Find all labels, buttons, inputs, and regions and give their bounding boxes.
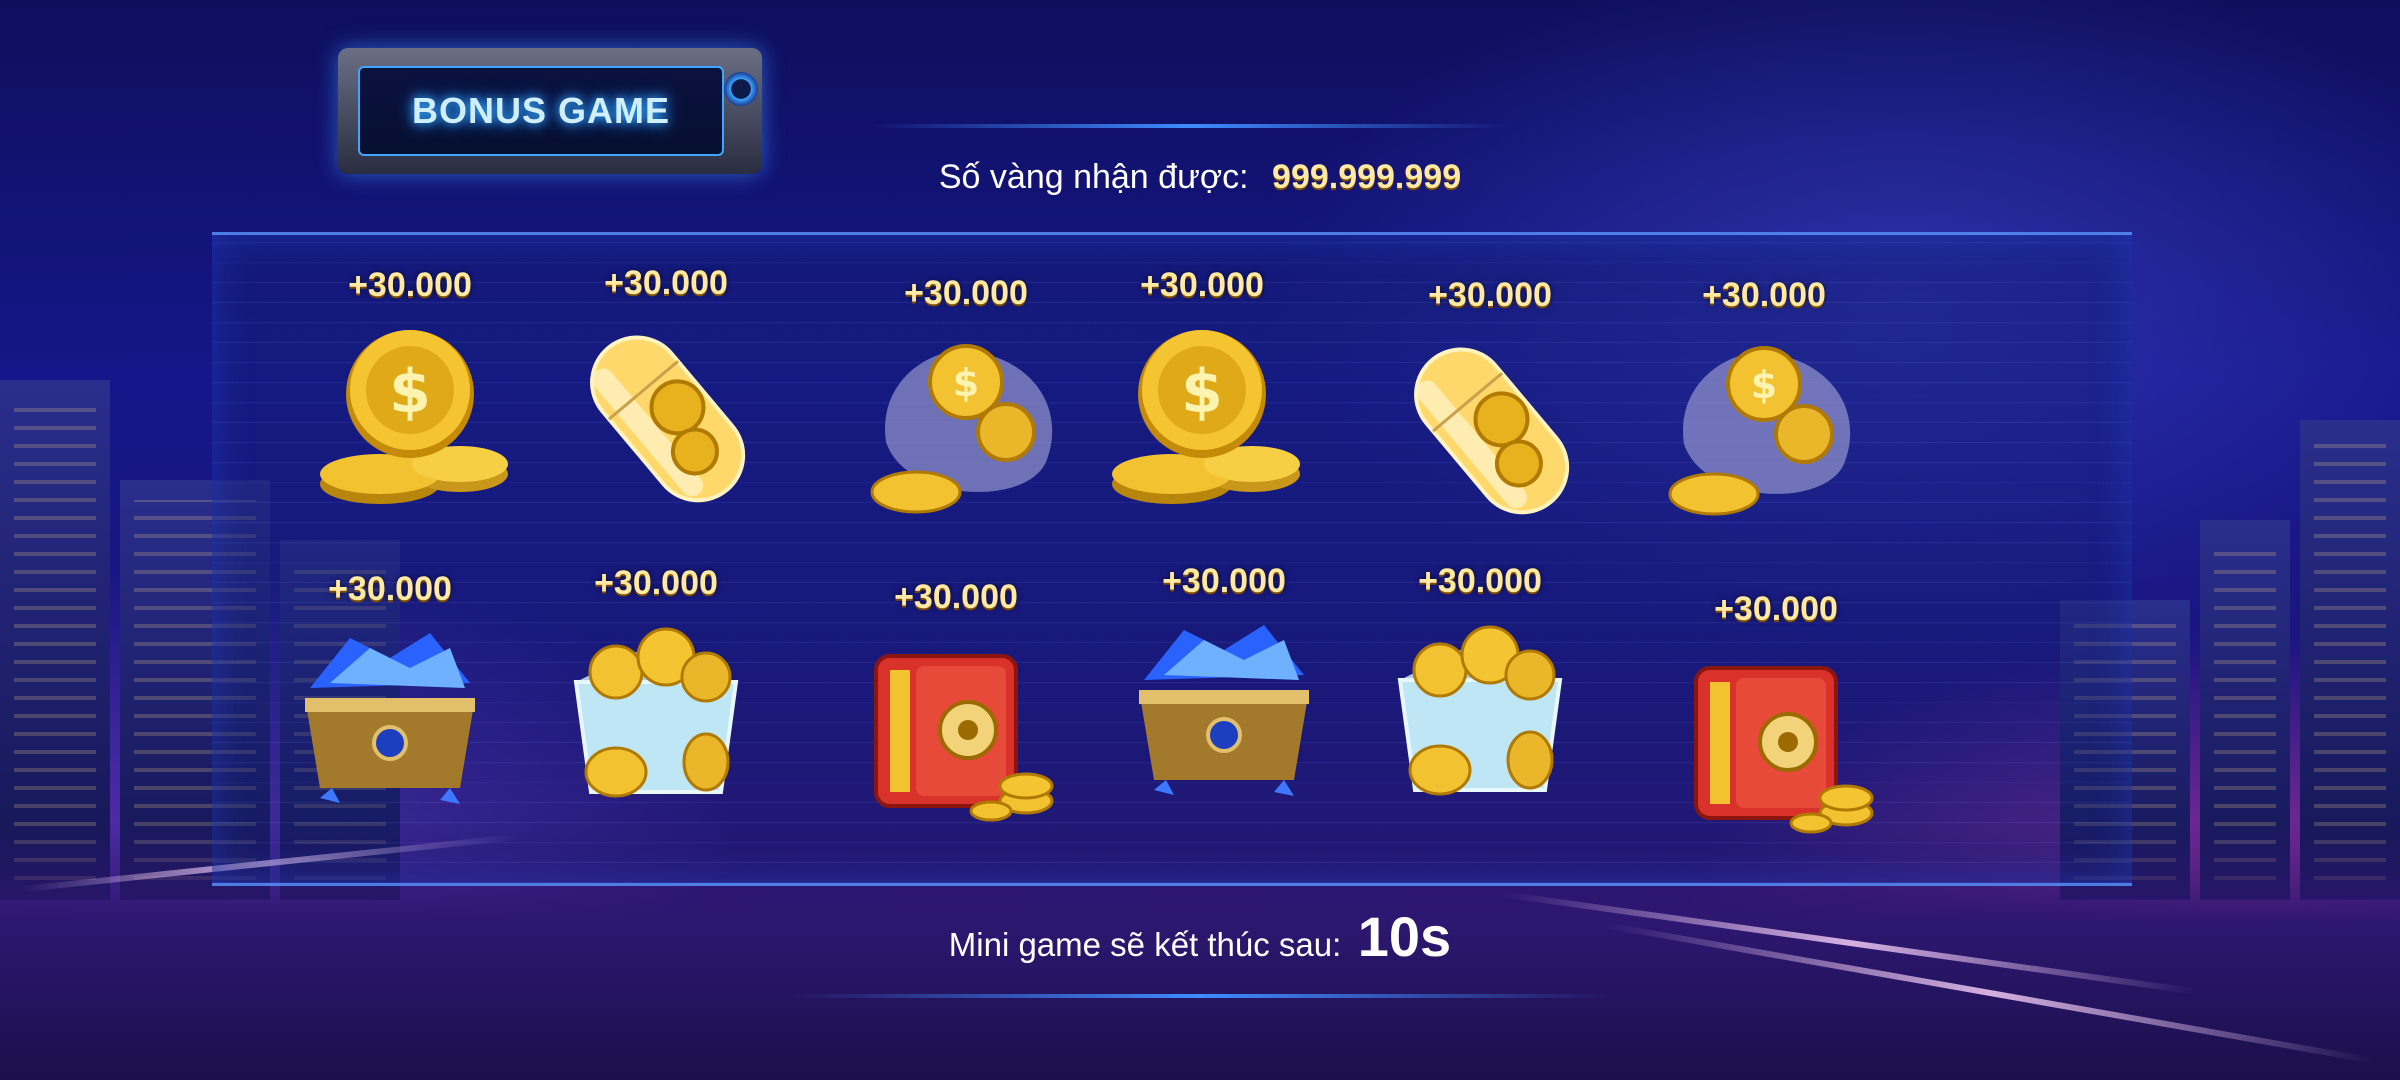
reward-value: +30.000 bbox=[594, 564, 718, 602]
gold-total: Số vàng nhận được: 999.999.999 bbox=[0, 158, 2400, 197]
reward-item[interactable]: +30.000 bbox=[270, 570, 510, 830]
badge-frame: BONUS GAME bbox=[358, 66, 724, 156]
reward-value: +30.000 bbox=[1714, 590, 1838, 628]
reward-value: +30.000 bbox=[1702, 276, 1826, 314]
coin-capsule-icon bbox=[566, 322, 766, 512]
reward-item[interactable]: +30.000 bbox=[1370, 276, 1610, 536]
coin-bag-icon: $ bbox=[1664, 334, 1864, 524]
reward-value: +30.000 bbox=[1140, 266, 1264, 304]
svg-text:$: $ bbox=[953, 361, 979, 405]
gem-chest-icon bbox=[290, 628, 490, 818]
reward-item[interactable]: +30.000 bbox=[1104, 562, 1344, 822]
red-safe-icon bbox=[1676, 648, 1876, 838]
reward-value: +30.000 bbox=[328, 570, 452, 608]
timer-value: 10s bbox=[1357, 905, 1452, 968]
reward-item[interactable]: +30.000 bbox=[546, 264, 786, 524]
reward-value: +30.000 bbox=[904, 274, 1028, 312]
reward-value: +30.000 bbox=[348, 266, 472, 304]
svg-text:$: $ bbox=[1181, 357, 1223, 427]
badge-knob-icon bbox=[724, 72, 758, 106]
red-safe-icon bbox=[856, 636, 1056, 826]
reward-value: +30.000 bbox=[1428, 276, 1552, 314]
badge-title: BONUS GAME bbox=[411, 90, 670, 131]
timer-label: Mini game sẽ kết thúc sau: bbox=[948, 926, 1342, 963]
reward-item[interactable]: +30.000 bbox=[836, 578, 1076, 838]
coin-bag-icon: $ bbox=[866, 332, 1066, 522]
gold-coin-stack-icon: $ bbox=[310, 324, 510, 514]
reward-value: +30.000 bbox=[1162, 562, 1286, 600]
reward-item[interactable]: +30.000 $ bbox=[846, 274, 1086, 534]
coin-capsule-icon bbox=[1390, 334, 1590, 524]
coin-crate-icon bbox=[556, 622, 756, 812]
top-divider bbox=[870, 124, 1510, 128]
gold-coin-stack-icon: $ bbox=[1102, 324, 1302, 514]
svg-text:$: $ bbox=[389, 357, 431, 427]
reward-value: +30.000 bbox=[1418, 562, 1542, 600]
reward-item[interactable]: +30.000 bbox=[1360, 562, 1600, 822]
coin-crate-icon bbox=[1380, 620, 1580, 810]
gem-chest-icon bbox=[1124, 620, 1324, 810]
bottom-divider bbox=[790, 994, 1610, 998]
reward-item[interactable]: +30.000 $ bbox=[1644, 276, 1884, 536]
end-timer: Mini game sẽ kết thúc sau: 10s bbox=[0, 904, 2400, 969]
bonus-game-badge: BONUS GAME bbox=[338, 48, 762, 174]
reward-item[interactable]: +30.000 $ bbox=[1082, 266, 1322, 526]
gold-value: 999.999.999 bbox=[1272, 158, 1462, 196]
reward-value: +30.000 bbox=[894, 578, 1018, 616]
svg-text:$: $ bbox=[1751, 363, 1777, 407]
reward-item[interactable]: +30.000 $ bbox=[290, 266, 530, 526]
reward-item[interactable]: +30.000 bbox=[1656, 590, 1896, 850]
reward-item[interactable]: +30.000 bbox=[536, 564, 776, 824]
gold-label: Số vàng nhận được: bbox=[938, 158, 1249, 196]
reward-value: +30.000 bbox=[604, 264, 728, 302]
